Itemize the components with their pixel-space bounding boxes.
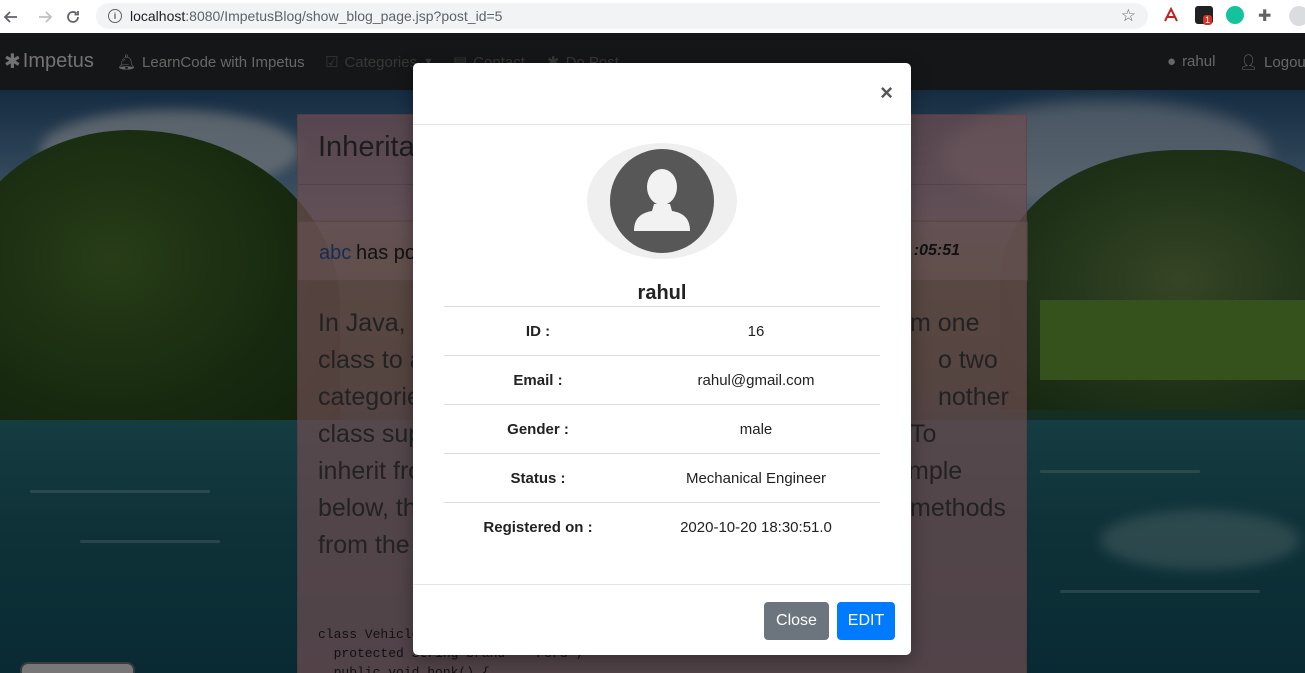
row-label: Status : [510,469,566,487]
user-avatar-icon [610,149,714,253]
edit-button[interactable]: EDIT [837,602,895,640]
forward-button[interactable] [34,6,56,28]
close-button[interactable]: Close [764,602,829,640]
table-row: Status : Mechanical Engineer [444,453,880,502]
avatar [587,143,737,259]
arrow-right-icon [39,10,53,23]
modal-header: × [413,63,911,125]
star-icon[interactable]: ☆ [1121,6,1136,26]
modal-footer: Close EDIT [413,584,911,655]
close-icon[interactable]: × [880,82,893,104]
info-icon[interactable]: i [108,9,122,23]
row-value: male [739,420,773,438]
row-label: Registered on : [483,518,593,536]
url-text[interactable]: localhost:8080/ImpetusBlog/show_blog_pag… [130,8,502,24]
row-value: 16 [747,322,765,340]
row-label: Gender : [507,420,569,438]
back-button[interactable] [0,6,22,28]
row-value: Mechanical Engineer [685,469,827,487]
profile-details-table: ID : 16 Email : rahul@gmail.com Gender :… [444,306,880,551]
row-value: rahul@gmail.com [697,371,815,389]
row-value: 2020-10-20 18:30:51.0 [680,518,832,536]
puzzle-icon[interactable]: ✚ [1258,6,1276,25]
row-label: Email : [513,371,563,389]
grammarly-icon[interactable] [1226,6,1244,24]
extension-badge: 1 [1203,15,1213,25]
table-row: Gender : male [444,404,880,453]
table-row: Registered on : 2020-10-20 18:30:51.0 [444,502,880,551]
extension-icon[interactable]: 1 [1195,6,1213,25]
row-label: ID : [525,322,551,340]
table-row: Email : rahul@gmail.com [444,355,880,404]
address-bar[interactable]: i localhost:8080/ImpetusBlog/show_blog_p… [96,3,1148,29]
profile-name: rahul [637,282,687,304]
browser-toolbar: i localhost:8080/ImpetusBlog/show_blog_p… [0,0,1305,33]
table-row: ID : 16 [444,306,880,355]
reload-icon [67,10,79,23]
profile-modal: × rahul ID : 16 Email : rahul@gmail.com … [413,63,911,655]
reload-button[interactable] [62,6,84,28]
profile-avatar[interactable] [1289,6,1305,26]
pdf-extension-icon[interactable] [1162,6,1180,24]
corner-widget[interactable] [20,662,135,673]
arrow-left-icon [3,10,17,23]
